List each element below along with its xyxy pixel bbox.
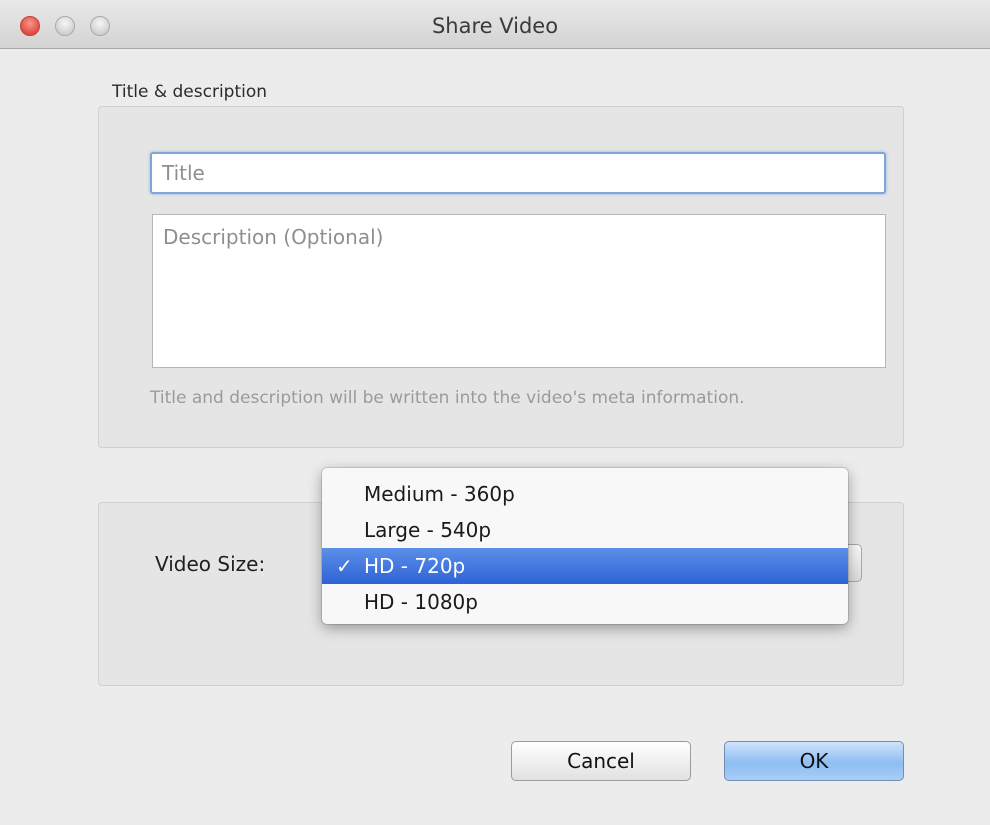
menu-item-medium-360p[interactable]: Medium - 360p: [322, 476, 848, 512]
meta-info-hint: Title and description will be written in…: [150, 388, 745, 408]
cancel-button[interactable]: Cancel: [511, 741, 691, 781]
menu-item-label: HD - 1080p: [364, 590, 478, 614]
menu-item-hd-1080p[interactable]: HD - 1080p: [322, 584, 848, 620]
menu-item-label: Large - 540p: [364, 518, 492, 542]
menu-item-label: HD - 720p: [364, 554, 466, 578]
title-description-group-label: Title & description: [112, 82, 268, 102]
video-size-menu: Medium - 360p Large - 540p ✓ HD - 720p H…: [322, 468, 848, 624]
checkmark-icon: ✓: [336, 554, 353, 578]
ok-button[interactable]: OK: [724, 741, 904, 781]
title-input[interactable]: [150, 152, 886, 194]
title-bar[interactable]: Share Video: [0, 0, 990, 49]
video-size-label: Video Size:: [155, 552, 266, 576]
window-title: Share Video: [431, 14, 559, 38]
share-video-window: Share Video Title & description Title an…: [0, 0, 990, 825]
menu-item-hd-720p[interactable]: ✓ HD - 720p: [322, 548, 848, 584]
menu-item-label: Medium - 360p: [364, 482, 515, 506]
menu-item-large-540p[interactable]: Large - 540p: [322, 512, 848, 548]
description-field[interactable]: [152, 214, 886, 368]
